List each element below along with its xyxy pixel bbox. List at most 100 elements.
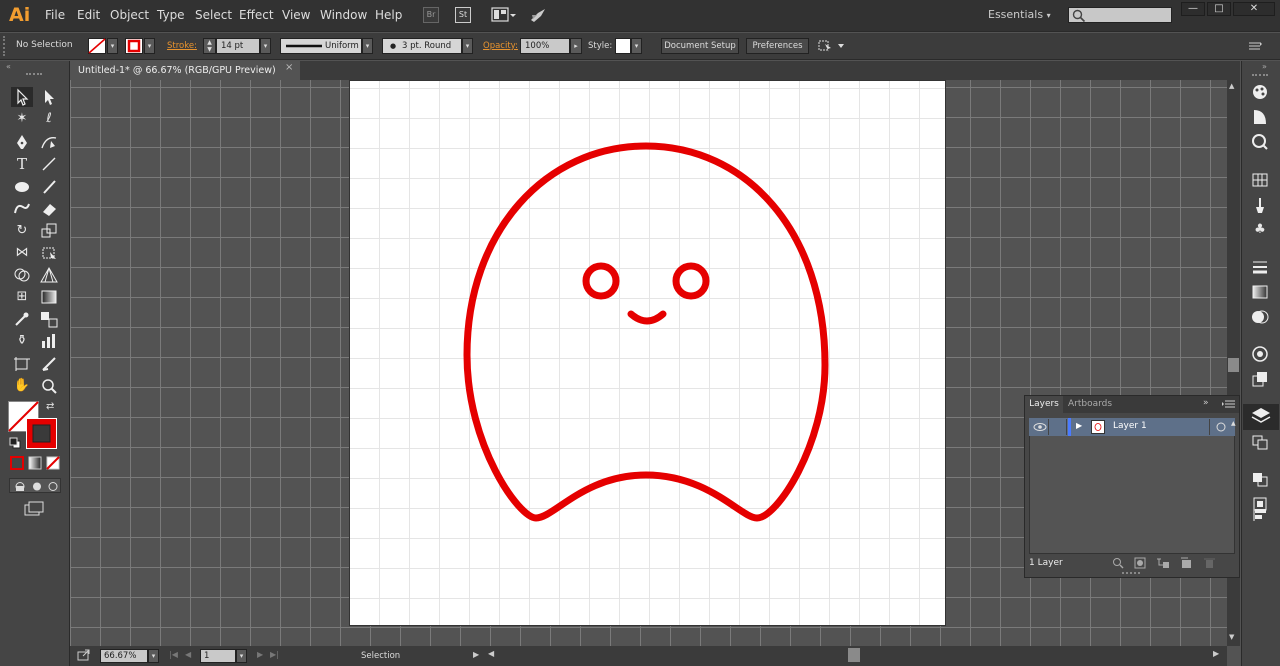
magic-wand-tool-icon[interactable]: ✶: [11, 109, 33, 129]
menu-view[interactable]: View: [282, 8, 310, 22]
search-stock-input[interactable]: [1068, 7, 1172, 23]
paintbrush-tool-icon[interactable]: [38, 177, 60, 197]
appearance-panel-icon[interactable]: [1250, 345, 1270, 363]
create-new-layer-icon[interactable]: [1180, 557, 1192, 569]
stroke-color-swatch[interactable]: [26, 418, 57, 449]
arrange-documents-icon[interactable]: [491, 6, 517, 24]
eraser-tool-icon[interactable]: [38, 199, 60, 219]
free-transform-tool-icon[interactable]: [38, 243, 60, 263]
symbol-sprayer-tool-icon[interactable]: ⚱: [11, 331, 33, 351]
lasso-tool-icon[interactable]: ℓ: [38, 109, 60, 129]
menu-edit[interactable]: Edit: [77, 8, 100, 22]
share-icon[interactable]: [77, 648, 91, 662]
ghost-artwork[interactable]: [349, 80, 946, 626]
graphic-style-swatch[interactable]: [615, 38, 631, 54]
make-clipping-mask-icon[interactable]: [1134, 557, 1146, 569]
stroke-dropdown[interactable]: ▾: [144, 38, 155, 54]
color-guide-icon[interactable]: [1250, 108, 1270, 126]
first-artboard-icon[interactable]: |◀: [169, 650, 178, 659]
scroll-down-icon[interactable]: ▼: [1229, 633, 1234, 641]
create-sublayer-icon[interactable]: [1156, 557, 1170, 569]
artboard-number-field[interactable]: 1: [200, 649, 236, 663]
artboards-panel-icon[interactable]: [1250, 433, 1270, 451]
color-mode-button[interactable]: [10, 456, 24, 470]
collapse-panel-icon[interactable]: «: [6, 62, 11, 71]
pathfinder-panel-icon[interactable]: [1250, 470, 1270, 488]
target-circle-icon[interactable]: [1215, 421, 1227, 433]
panel-menu-icon[interactable]: [1249, 41, 1263, 51]
workspace-switcher[interactable]: Essentials ▾: [988, 8, 1051, 21]
gpu-performance-icon[interactable]: [529, 6, 547, 24]
swatches-panel-icon[interactable]: [1250, 171, 1270, 189]
default-colors-icon[interactable]: [9, 437, 21, 449]
menu-effect[interactable]: Effect: [239, 8, 274, 22]
profile-dropdown[interactable]: ▾: [362, 38, 373, 54]
menu-type[interactable]: Type: [157, 8, 185, 22]
stroke-panel-link[interactable]: Stroke:: [167, 41, 197, 51]
mesh-tool-icon[interactable]: ⊞: [11, 287, 33, 307]
brush-definition[interactable]: ● 3 pt. Round: [382, 38, 462, 54]
ellipse-tool-icon[interactable]: [11, 177, 33, 197]
hand-tool-icon[interactable]: ✋: [11, 376, 33, 396]
close-window-button[interactable]: ✕: [1233, 2, 1275, 16]
align-panel-icon-visible[interactable]: [1250, 505, 1270, 523]
layers-scroll-up-icon[interactable]: ▲: [1231, 420, 1236, 427]
gradient-tool-icon[interactable]: [38, 287, 60, 307]
none-mode-button[interactable]: [46, 456, 60, 470]
zoom-tool-icon[interactable]: [38, 376, 60, 396]
stroke-panel-icon[interactable]: [1250, 258, 1270, 276]
document-setup-button[interactable]: Document Setup: [661, 38, 739, 54]
stroke-weight-stepper[interactable]: ▲ ▼: [203, 38, 216, 54]
scale-tool-icon[interactable]: [38, 221, 60, 241]
document-tab[interactable]: Untitled-1* @ 66.67% (RGB/GPU Preview): [70, 61, 300, 80]
blend-tool-icon[interactable]: [38, 309, 60, 329]
horizontal-scroll-thumb[interactable]: [848, 648, 860, 662]
brushes-panel-icon[interactable]: [1250, 196, 1270, 214]
curvature-tool-icon[interactable]: [38, 132, 60, 152]
collapse-panel-group-icon[interactable]: »: [1203, 398, 1209, 408]
layers-panel-dock-button[interactable]: [1243, 404, 1279, 430]
expand-panels-icon[interactable]: »: [1262, 62, 1267, 71]
line-segment-tool-icon[interactable]: [38, 154, 60, 174]
opacity-field[interactable]: 100%: [520, 38, 570, 54]
vertical-scroll-thumb[interactable]: [1228, 358, 1239, 372]
gradient-mode-button[interactable]: [28, 456, 42, 470]
column-graph-tool-icon[interactable]: [38, 331, 60, 351]
layers-panel-menu-icon[interactable]: [1222, 399, 1236, 409]
stock-button[interactable]: St: [455, 7, 471, 23]
type-tool-icon[interactable]: T: [11, 154, 33, 174]
selection-tool-icon[interactable]: [11, 87, 33, 107]
close-tab-icon[interactable]: ×: [285, 62, 293, 73]
lock-toggle[interactable]: [1049, 419, 1067, 435]
current-tool-status[interactable]: Selection: [361, 651, 400, 661]
locate-object-icon[interactable]: [1112, 557, 1124, 569]
direct-selection-tool-icon[interactable]: [38, 87, 60, 107]
layer-name[interactable]: Layer 1: [1113, 421, 1147, 431]
zoom-level-field[interactable]: 66.67%: [100, 649, 148, 663]
graphic-styles-icon[interactable]: [1250, 370, 1270, 388]
slice-tool-icon[interactable]: [38, 354, 60, 374]
last-artboard-icon[interactable]: ▶|: [270, 650, 279, 659]
layers-resize-grip[interactable]: [1122, 572, 1140, 575]
maximize-button[interactable]: □: [1207, 2, 1231, 16]
tab-layers[interactable]: Layers: [1025, 396, 1063, 413]
gradient-panel-icon[interactable]: [1250, 283, 1270, 301]
swap-fill-stroke-icon[interactable]: ⇄: [46, 401, 54, 412]
eyedropper-tool-icon[interactable]: [11, 309, 33, 329]
pen-tool-icon[interactable]: [11, 132, 33, 152]
artboard-dropdown[interactable]: ▾: [236, 649, 247, 663]
preferences-button[interactable]: Preferences: [746, 38, 809, 54]
menu-help[interactable]: Help: [375, 8, 402, 22]
graphic-style-dropdown[interactable]: ▾: [631, 38, 642, 54]
status-menu-arrow-icon[interactable]: ▶: [473, 650, 479, 659]
layer-row[interactable]: ▶ Layer 1: [1029, 418, 1235, 436]
recolor-icon[interactable]: [1250, 133, 1270, 151]
opacity-panel-link[interactable]: Opacity:: [483, 41, 518, 51]
menu-window[interactable]: Window: [320, 8, 367, 22]
dock-grip[interactable]: [1252, 74, 1268, 77]
rotate-tool-icon[interactable]: ↻: [11, 221, 33, 241]
scroll-up-icon[interactable]: ▲: [1229, 82, 1234, 90]
expand-layer-icon[interactable]: ▶: [1076, 421, 1082, 430]
color-panel-icon[interactable]: [1250, 83, 1270, 101]
menu-file[interactable]: File: [45, 8, 65, 22]
